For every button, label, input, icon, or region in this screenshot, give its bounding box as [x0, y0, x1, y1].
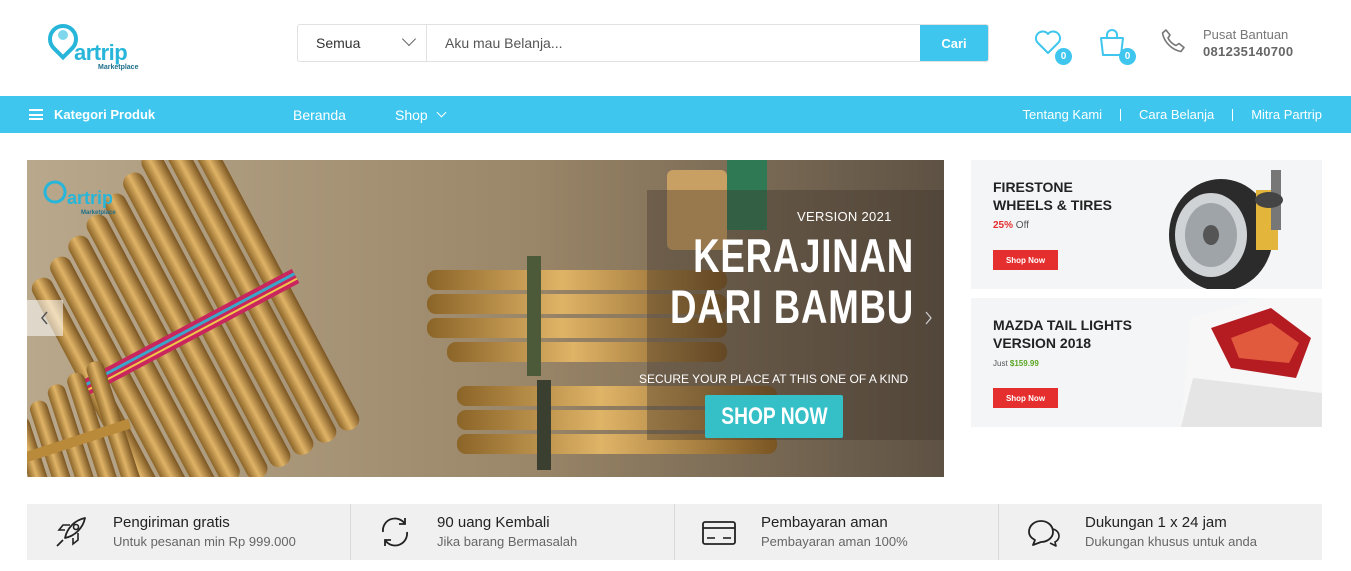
- feature-secure-payment: Pembayaran aman Pembayaran aman 100%: [675, 504, 999, 560]
- search-button[interactable]: Cari: [920, 25, 988, 61]
- chevron-down-icon: [436, 107, 447, 117]
- banner-shop-now-button[interactable]: Shop Now: [993, 388, 1058, 408]
- promo-banner-mazda[interactable]: MAZDA TAIL LIGHTS VERSION 2018 Just $159…: [971, 298, 1322, 427]
- chevron-left-icon: [41, 311, 48, 325]
- chat-icon: [1028, 520, 1060, 547]
- svg-text:artrip: artrip: [67, 188, 113, 208]
- chevron-right-icon: [925, 311, 932, 325]
- rocket-icon: [56, 517, 86, 547]
- feature-title: Pembayaran aman: [761, 514, 888, 531]
- hero-headline: KERAJINAN DARI BAMBU: [670, 229, 915, 333]
- nav-right-links: Tentang Kami Cara Belanja Mitra Partrip: [1023, 96, 1322, 133]
- banner-price: Just $159.99: [993, 359, 1039, 368]
- chevron-down-icon: [401, 31, 417, 47]
- credit-card-icon: [702, 521, 736, 545]
- car-tail-light-image: [1181, 298, 1322, 427]
- search-bar: Semua Cari: [297, 24, 989, 62]
- feature-title: Dukungan 1 x 24 jam: [1085, 514, 1227, 531]
- wishlist-button[interactable]: 0: [1034, 29, 1072, 65]
- banner-title: MAZDA TAIL LIGHTS VERSION 2018: [993, 317, 1132, 351]
- phone-icon: [1161, 29, 1185, 53]
- hamburger-icon: [29, 109, 43, 120]
- feature-title: 90 uang Kembali: [437, 514, 550, 531]
- feature-support: Dukungan 1 x 24 jam Dukungan khusus untu…: [999, 504, 1322, 560]
- promo-banner-firestone[interactable]: FIRESTONE WHEELS & TIRES 25% Off Shop No…: [971, 160, 1322, 289]
- slider-next-button[interactable]: [918, 308, 938, 328]
- logo-subtext: Marketplace: [98, 64, 139, 71]
- hero-version: VERSION 2021: [797, 209, 892, 224]
- banner-shop-now-button[interactable]: Shop Now: [993, 250, 1058, 270]
- wishlist-count-badge: 0: [1055, 48, 1072, 65]
- site-header: artrip Marketplace Semua Cari 0 0 Pusat …: [0, 0, 1351, 96]
- feature-subtitle: Untuk pesanan min Rp 999.000: [113, 534, 296, 549]
- slider-prev-button[interactable]: [27, 300, 63, 336]
- feature-money-back: 90 uang Kembali Jika barang Bermasalah: [351, 504, 675, 560]
- cart-button[interactable]: 0: [1098, 29, 1136, 65]
- logo-text: artrip: [74, 40, 128, 65]
- help-label: Pusat Bantuan: [1203, 27, 1289, 42]
- nav-link-tentang-kami[interactable]: Tentang Kami: [1023, 107, 1103, 122]
- wheel-tire-image: [1169, 170, 1283, 289]
- refresh-icon: [382, 517, 408, 547]
- feature-strip: Pengiriman gratis Untuk pesanan min Rp 9…: [27, 504, 1322, 560]
- hero-slider[interactable]: artrip Marketplace VERSION 2021 KERAJINA…: [27, 160, 944, 477]
- banner-discount: 25% Off: [993, 220, 1029, 231]
- nav-item-beranda[interactable]: Beranda: [293, 96, 346, 133]
- svg-text:Marketplace: Marketplace: [81, 210, 116, 216]
- hero-logo: artrip Marketplace: [41, 178, 121, 220]
- nav-item-shop[interactable]: Shop: [395, 96, 447, 133]
- search-category-select[interactable]: Semua: [298, 25, 427, 61]
- feature-title: Pengiriman gratis: [113, 514, 230, 531]
- help-phone: 081235140700: [1203, 44, 1294, 59]
- main-nav: Kategori Produk Beranda Shop Tentang Kam…: [0, 96, 1351, 133]
- hero-tagline: SECURE YOUR PLACE AT THIS ONE OF A KIND: [639, 372, 909, 386]
- feature-subtitle: Jika barang Bermasalah: [437, 534, 578, 549]
- nav-link-cara-belanja[interactable]: Cara Belanja: [1139, 107, 1214, 122]
- banner-title: FIRESTONE WHEELS & TIRES: [993, 179, 1113, 213]
- nav-link-mitra-partrip[interactable]: Mitra Partrip: [1251, 107, 1322, 122]
- feature-subtitle: Dukungan khusus untuk anda: [1085, 534, 1258, 549]
- feature-subtitle: Pembayaran aman 100%: [761, 534, 908, 549]
- feature-free-shipping: Pengiriman gratis Untuk pesanan min Rp 9…: [27, 504, 351, 560]
- search-input[interactable]: [427, 25, 920, 61]
- site-logo[interactable]: artrip Marketplace: [41, 17, 154, 74]
- category-menu-button[interactable]: Kategori Produk: [29, 96, 155, 133]
- cart-count-badge: 0: [1119, 48, 1136, 65]
- hero-shop-now-button[interactable]: SHOP NOW: [705, 395, 843, 438]
